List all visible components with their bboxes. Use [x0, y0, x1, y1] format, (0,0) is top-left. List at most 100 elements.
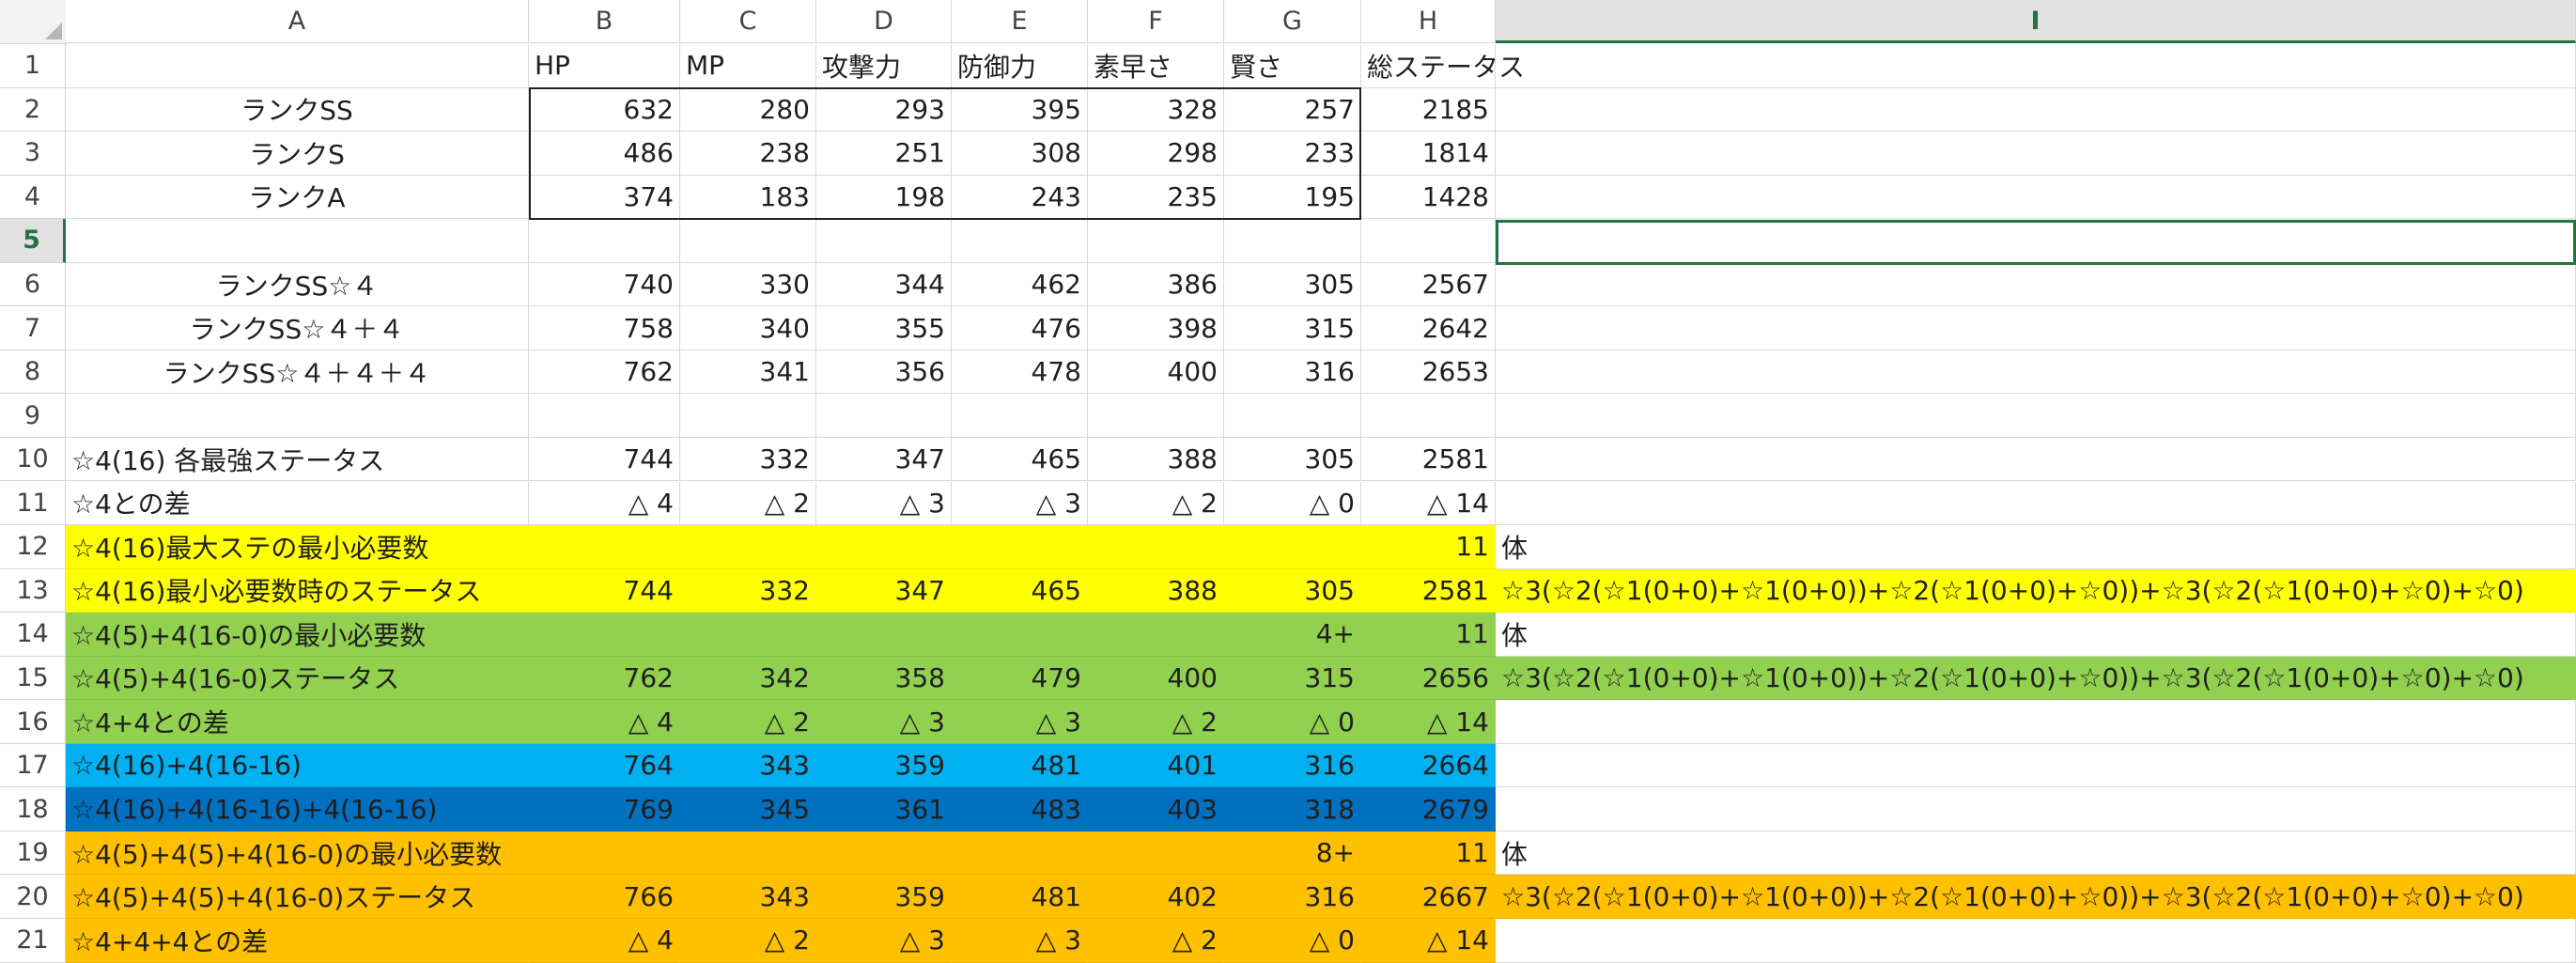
cell-f15[interactable]: 400 — [1088, 656, 1224, 701]
cell-f21[interactable]: △ 2 — [1088, 919, 1224, 963]
cell-c19[interactable] — [680, 831, 816, 876]
cell-e10[interactable]: 465 — [952, 437, 1088, 482]
cell-d9[interactable] — [816, 394, 952, 438]
row-header[interactable]: 17 — [0, 743, 66, 788]
cell-e1[interactable]: 防御力 — [952, 44, 1088, 88]
row-header[interactable]: 14 — [0, 613, 66, 657]
cell-i11[interactable] — [1496, 481, 2576, 526]
cell-c9[interactable] — [680, 394, 816, 438]
cell-a1[interactable] — [66, 44, 529, 88]
cell-d5[interactable] — [816, 219, 952, 263]
cell-e20[interactable]: 481 — [952, 875, 1088, 919]
cell-b1[interactable]: HP — [529, 44, 680, 88]
column-header-e[interactable]: E — [952, 0, 1088, 43]
cell-e12[interactable] — [952, 525, 1088, 569]
cell-c15[interactable]: 342 — [680, 656, 816, 701]
cell-d8[interactable]: 356 — [816, 349, 952, 395]
cell-a6[interactable]: ランクSS☆４ — [66, 262, 529, 307]
cell-h1[interactable]: 総ステータス — [1361, 44, 1525, 88]
cell-e18[interactable]: 483 — [952, 787, 1088, 831]
column-header-h[interactable]: H — [1361, 0, 1496, 43]
cell-i18[interactable] — [1496, 787, 2576, 831]
cell-h20[interactable]: 2667 — [1361, 875, 1496, 919]
cell-d19[interactable] — [816, 831, 952, 876]
cell-i20[interactable]: ☆3(☆2(☆1(0+0)+☆1(0+0))+☆2(☆1(0+0)+☆0))+☆… — [1496, 875, 2576, 919]
cell-h8[interactable]: 2653 — [1361, 349, 1496, 395]
cell-g18[interactable]: 318 — [1224, 787, 1361, 831]
cell-g7[interactable]: 315 — [1224, 306, 1361, 350]
cell-g5[interactable] — [1224, 219, 1361, 263]
cell-e14[interactable] — [952, 613, 1088, 657]
cell-e11[interactable]: △ 3 — [952, 481, 1088, 526]
cell-e9[interactable] — [952, 394, 1088, 438]
cell-h3[interactable]: 1814 — [1361, 132, 1496, 176]
cell-f2[interactable]: 328 — [1088, 87, 1224, 132]
cell-b21[interactable]: △ 4 — [529, 919, 680, 963]
row-header[interactable]: 19 — [0, 831, 66, 876]
cell-e2[interactable]: 395 — [952, 87, 1088, 132]
cell-g3[interactable]: 233 — [1224, 132, 1361, 176]
cell-g21[interactable]: △ 0 — [1224, 919, 1361, 963]
cell-d10[interactable]: 347 — [816, 437, 952, 482]
cell-c1[interactable]: MP — [680, 44, 816, 88]
cell-b19[interactable] — [529, 831, 680, 876]
cell-h6[interactable]: 2567 — [1361, 262, 1496, 307]
row-header[interactable]: 3 — [0, 132, 66, 176]
cell-i7[interactable] — [1496, 306, 2576, 350]
row-header[interactable]: 10 — [0, 437, 66, 482]
cell-f11[interactable]: △ 2 — [1088, 481, 1224, 526]
cell-g19[interactable]: 8+ — [1224, 831, 1361, 876]
cell-i4[interactable] — [1496, 175, 2576, 220]
row-header[interactable]: 21 — [0, 919, 66, 963]
cell-h15[interactable]: 2656 — [1361, 656, 1496, 701]
cell-f16[interactable]: △ 2 — [1088, 700, 1224, 744]
column-header-d[interactable]: D — [816, 0, 952, 43]
select-all-corner[interactable] — [0, 0, 67, 44]
cell-d21[interactable]: △ 3 — [816, 919, 952, 963]
cell-b20[interactable]: 766 — [529, 875, 680, 919]
row-header[interactable]: 2 — [0, 87, 66, 132]
cell-f17[interactable]: 401 — [1088, 743, 1224, 788]
cell-f18[interactable]: 403 — [1088, 787, 1224, 831]
cell-h13[interactable]: 2581 — [1361, 568, 1496, 614]
cell-f20[interactable]: 402 — [1088, 875, 1224, 919]
cell-i14[interactable]: 体 — [1496, 613, 2576, 657]
cell-a2[interactable]: ランクSS — [66, 87, 529, 132]
cell-g11[interactable]: △ 0 — [1224, 481, 1361, 526]
row-header[interactable]: 16 — [0, 700, 66, 744]
cell-i17[interactable] — [1496, 743, 2576, 788]
cell-f1[interactable]: 素早さ — [1088, 44, 1224, 88]
cell-d13[interactable]: 347 — [816, 568, 952, 614]
cell-e21[interactable]: △ 3 — [952, 919, 1088, 963]
cell-g17[interactable]: 316 — [1224, 743, 1361, 788]
cell-g2[interactable]: 257 — [1224, 87, 1361, 132]
cell-a15[interactable]: ☆4(5)+4(16-0)ステータス — [66, 656, 529, 701]
row-header[interactable]: 9 — [0, 394, 66, 438]
row-header[interactable]: 15 — [0, 656, 66, 701]
cell-g13[interactable]: 305 — [1224, 568, 1361, 614]
cell-i1[interactable] — [1496, 44, 2576, 88]
cell-c8[interactable]: 341 — [680, 349, 816, 395]
cell-h7[interactable]: 2642 — [1361, 306, 1496, 350]
cell-h9[interactable] — [1361, 394, 1496, 438]
cell-g6[interactable]: 305 — [1224, 262, 1361, 307]
cell-c4[interactable]: 183 — [680, 175, 816, 220]
cell-d7[interactable]: 355 — [816, 306, 952, 350]
cell-b11[interactable]: △ 4 — [529, 481, 680, 526]
cell-e17[interactable]: 481 — [952, 743, 1088, 788]
cell-h14[interactable]: 11 — [1361, 613, 1496, 657]
cell-e3[interactable]: 308 — [952, 132, 1088, 176]
cell-c20[interactable]: 343 — [680, 875, 816, 919]
cell-c17[interactable]: 343 — [680, 743, 816, 788]
cell-b3[interactable]: 486 — [529, 132, 680, 176]
cell-h4[interactable]: 1428 — [1361, 175, 1496, 220]
cell-h17[interactable]: 2664 — [1361, 743, 1496, 788]
cell-a5[interactable] — [66, 219, 529, 263]
cell-a7[interactable]: ランクSS☆４＋４ — [66, 306, 529, 350]
cell-a3[interactable]: ランクS — [66, 132, 529, 176]
cell-b6[interactable]: 740 — [529, 262, 680, 307]
cell-c10[interactable]: 332 — [680, 437, 816, 482]
cell-d15[interactable]: 358 — [816, 656, 952, 701]
cell-c18[interactable]: 345 — [680, 787, 816, 831]
cell-e13[interactable]: 465 — [952, 568, 1088, 614]
